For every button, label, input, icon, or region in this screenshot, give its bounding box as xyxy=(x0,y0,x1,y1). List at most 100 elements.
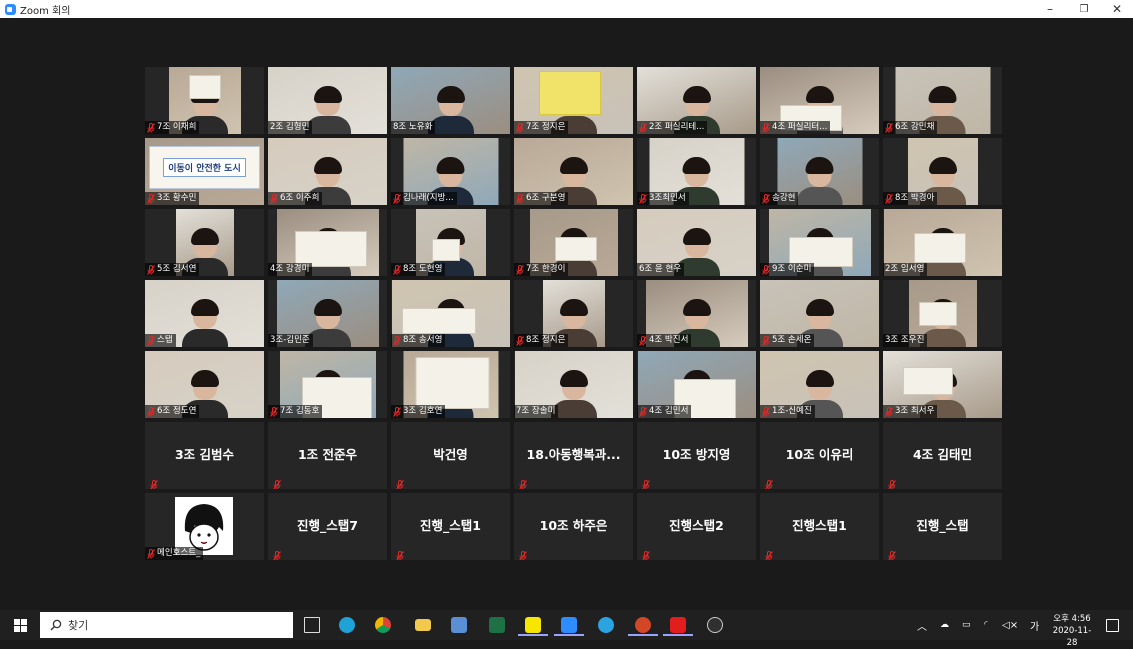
zoom-app-icon xyxy=(5,3,16,15)
participant-name-tile[interactable]: 진행스탭2 xyxy=(637,493,756,560)
participant-video-tile[interactable]: 3조 최서우 xyxy=(883,351,1002,418)
participant-video-tile[interactable]: 4조 강경미 xyxy=(268,209,387,276)
window-title: Zoom 회의 xyxy=(20,5,71,17)
active-app-indicator xyxy=(518,634,548,636)
notepad-app-icon[interactable] xyxy=(451,617,467,633)
participant-name: 10조 하주은 xyxy=(539,518,608,533)
restore-button[interactable]: ❐ xyxy=(1067,0,1101,18)
windows-start-icon[interactable] xyxy=(14,619,27,632)
participant-video-tile[interactable]: 6조 정도연 xyxy=(145,351,264,418)
taskbar-search-box[interactable]: 찾기 xyxy=(40,612,293,638)
participant-video-tile[interactable]: 8조 송서영 xyxy=(391,280,510,347)
participant-video-tile[interactable]: 3조-김민준 xyxy=(268,280,387,347)
participant-name: 3조 최서우 xyxy=(895,406,935,416)
participant-video-tile[interactable]: 이동이 안전한 도시 3조 황수민 xyxy=(145,138,264,205)
system-clock[interactable]: 오후 4:56 2020-11-28 xyxy=(1048,613,1096,649)
participant-name-label: 8조 송서영 xyxy=(391,334,446,347)
participant-video-tile[interactable]: 5조 김서연 xyxy=(145,209,264,276)
participant-video-tile[interactable]: 3조 조우진 xyxy=(883,280,1002,347)
participant-name-tile[interactable]: 4조 김태민 xyxy=(883,422,1002,489)
participant-name: 3조 조우진 xyxy=(885,335,925,345)
muted-mic-icon xyxy=(762,335,770,346)
participant-video-tile[interactable]: 3조최민서 xyxy=(637,138,756,205)
participant-video-tile[interactable]: 6조 이주희 xyxy=(268,138,387,205)
participant-video-tile[interactable]: 8조 박경아 xyxy=(883,138,1002,205)
participant-name-label: 3조 조우진 xyxy=(883,334,928,347)
participant-name-tile[interactable]: 3조 김범수 xyxy=(145,422,264,489)
held-paper-sign xyxy=(188,75,221,99)
participant-name-tile[interactable]: 메인호스트_ xyxy=(145,493,264,560)
muted-mic-icon xyxy=(147,548,155,559)
task-view-icon[interactable] xyxy=(304,617,320,633)
participant-video-tile[interactable]: 8조 도현영 xyxy=(391,209,510,276)
muted-mic-icon xyxy=(519,546,527,560)
participant-name-tile[interactable]: 10조 방지영 xyxy=(637,422,756,489)
kakaotalk-app-icon[interactable] xyxy=(525,617,541,633)
file-explorer-icon[interactable] xyxy=(415,619,431,631)
participant-video-tile[interactable]: 7조 김동호 xyxy=(268,351,387,418)
edge-browser-icon[interactable] xyxy=(339,617,355,633)
participant-video-tile[interactable]: 2조 김형민 xyxy=(268,67,387,134)
tray-chevron-icon[interactable]: ︿ xyxy=(917,612,927,638)
participant-name-tile[interactable]: 진행_스탭7 xyxy=(268,493,387,560)
participant-video-tile[interactable]: 8조 정지은 xyxy=(514,280,633,347)
participant-video-tile[interactable]: 2조 퍼실리테... xyxy=(637,67,756,134)
participant-name-label: 7조 한경이 xyxy=(514,263,569,276)
participant-name: 진행_스탭 xyxy=(916,518,969,533)
participant-name-tile[interactable]: 박건영 xyxy=(391,422,510,489)
participant-video-tile[interactable]: 9조 이순미 xyxy=(760,209,879,276)
participant-name-tile[interactable]: 진행_스탭1 xyxy=(391,493,510,560)
acrobat-app-icon[interactable] xyxy=(670,617,686,633)
participant-video-tile[interactable]: 1조-신예진 xyxy=(760,351,879,418)
held-paper-sign xyxy=(913,233,966,263)
participant-name: 8조 노유화 xyxy=(393,122,433,132)
participant-video-tile[interactable]: 6조 강민채 xyxy=(883,67,1002,134)
participant-name-label: 2조 김형민 xyxy=(268,121,313,134)
participant-video-tile[interactable]: 7조 정지은 xyxy=(514,67,633,134)
participant-name-tile[interactable]: 진행_스탭 xyxy=(883,493,1002,560)
participant-name-tile[interactable]: 1조 전준우 xyxy=(268,422,387,489)
participant-video-tile[interactable]: 6조 윤 현우 xyxy=(637,209,756,276)
battery-icon[interactable]: ▭ xyxy=(962,612,971,638)
telegram-app-icon[interactable] xyxy=(598,617,614,633)
participant-name: 2조 임서영 xyxy=(885,264,925,274)
participant-video-tile[interactable]: 6조 구분영 xyxy=(514,138,633,205)
participant-name-tile[interactable]: 10조 이유리 xyxy=(760,422,879,489)
onedrive-icon[interactable]: ☁ xyxy=(940,612,949,638)
close-button[interactable]: ✕ xyxy=(1100,0,1133,18)
participant-name: 3조 황수민 xyxy=(157,193,197,203)
powerpoint-app-icon[interactable] xyxy=(635,617,651,633)
participant-video-tile[interactable]: 2조 임서영 xyxy=(883,209,1002,276)
muted-mic-icon xyxy=(516,122,524,133)
obs-app-icon[interactable] xyxy=(707,617,723,633)
participant-name: 1조 전준우 xyxy=(297,447,358,462)
participant-video-tile[interactable]: 3조 김호연 xyxy=(391,351,510,418)
wifi-icon[interactable]: ◜ xyxy=(984,612,988,638)
participant-video-tile[interactable]: 송강현 xyxy=(760,138,879,205)
participant-video-tile[interactable]: 4조 퍼실리터... xyxy=(760,67,879,134)
participant-name: 7조 정지은 xyxy=(526,122,566,132)
participant-name-tile[interactable]: 진행스탭1 xyxy=(760,493,879,560)
zoom-taskbar-icon[interactable] xyxy=(561,617,577,633)
participant-video-tile[interactable]: 스탭 xyxy=(145,280,264,347)
participant-name-label: 3조최민서 xyxy=(637,192,689,205)
participant-video-tile[interactable]: 7조 이채희 xyxy=(145,67,264,134)
chrome-browser-icon[interactable] xyxy=(375,617,391,633)
participant-video-tile[interactable]: 4조 박진서 xyxy=(637,280,756,347)
participant-video-tile[interactable]: 7조 한경이 xyxy=(514,209,633,276)
excel-app-icon[interactable] xyxy=(489,617,505,633)
participant-name-label: 6조 윤 현우 xyxy=(637,263,685,276)
ime-indicator[interactable]: 가 xyxy=(1030,612,1039,638)
participant-video-tile[interactable]: 8조 노유화 xyxy=(391,67,510,134)
participant-video-tile[interactable]: 김나래(지방... xyxy=(391,138,510,205)
participant-name-label: 메인호스트_ xyxy=(145,547,204,560)
notification-icon[interactable] xyxy=(1106,619,1119,632)
volume-icon[interactable]: ◁× xyxy=(1002,612,1018,638)
participant-video-tile[interactable]: 4조 김민서 xyxy=(637,351,756,418)
minimize-button[interactable]: – xyxy=(1033,0,1067,18)
participant-video-tile[interactable]: 7조 장솔미 xyxy=(514,351,633,418)
participant-name-tile[interactable]: 18.아동행복과... xyxy=(514,422,633,489)
muted-mic-icon xyxy=(765,475,773,489)
participant-video-tile[interactable]: 5조 손세온 xyxy=(760,280,879,347)
participant-name-tile[interactable]: 10조 하주은 xyxy=(514,493,633,560)
